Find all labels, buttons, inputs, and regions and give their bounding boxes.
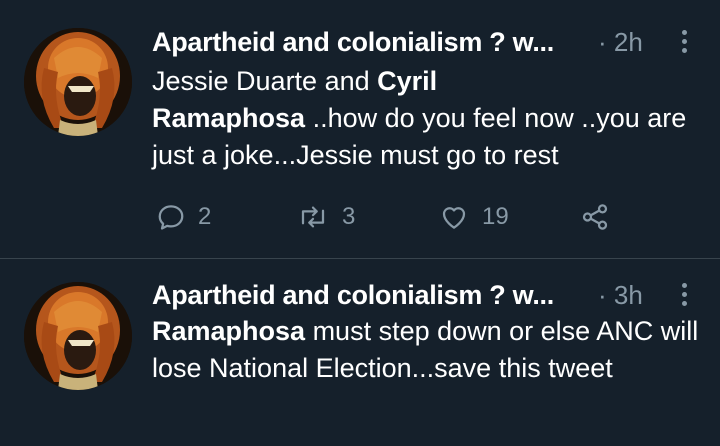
timestamp[interactable]: · 2h bbox=[598, 24, 643, 60]
more-vertical-icon[interactable] bbox=[680, 283, 688, 309]
avatar[interactable] bbox=[24, 282, 132, 390]
avatar-image bbox=[24, 282, 132, 390]
author-name[interactable]: Apartheid and colonialism ? w... bbox=[152, 277, 554, 313]
reply-count: 2 bbox=[198, 203, 212, 230]
retweet-button[interactable]: 3 bbox=[296, 197, 355, 237]
retweet-icon bbox=[301, 206, 325, 228]
avatar[interactable] bbox=[24, 28, 132, 136]
tweet-header: Apartheid and colonialism ? w... · 3h bbox=[152, 277, 696, 313]
mention-name: Cyril bbox=[377, 66, 438, 96]
mention-name: Ramaphosa bbox=[152, 316, 306, 346]
share-icon bbox=[582, 204, 608, 230]
mention-name: Ramaphosa bbox=[152, 103, 306, 133]
avatar-image bbox=[24, 28, 132, 136]
timestamp[interactable]: · 3h bbox=[598, 277, 643, 313]
tweet-text: Jessie Duarte and Cyril Ramaphosa ..how d… bbox=[152, 63, 700, 174]
tweet-text: Ramaphosa must step down or else ANC wil… bbox=[152, 313, 700, 387]
like-icon bbox=[442, 207, 466, 229]
like-count: 19 bbox=[482, 203, 509, 230]
tweet-text-part: Jessie Duarte and bbox=[152, 66, 378, 96]
reply-icon bbox=[158, 205, 184, 230]
tweet[interactable]: Apartheid and colonialism ? w... · 2h Je… bbox=[0, 0, 720, 258]
share-button[interactable] bbox=[580, 197, 610, 237]
author-name[interactable]: Apartheid and colonialism ? w... bbox=[152, 24, 554, 60]
reply-button[interactable]: 2 bbox=[156, 197, 211, 237]
more-vertical-icon[interactable] bbox=[680, 30, 688, 56]
retweet-count: 3 bbox=[342, 203, 356, 230]
tweet[interactable]: Apartheid and colonialism ? w... · 3h Ra… bbox=[0, 259, 720, 446]
like-button[interactable]: 19 bbox=[438, 197, 509, 237]
tweet-actions: 2 3 19 bbox=[152, 197, 622, 237]
tweet-header: Apartheid and colonialism ? w... · 2h bbox=[152, 24, 696, 60]
